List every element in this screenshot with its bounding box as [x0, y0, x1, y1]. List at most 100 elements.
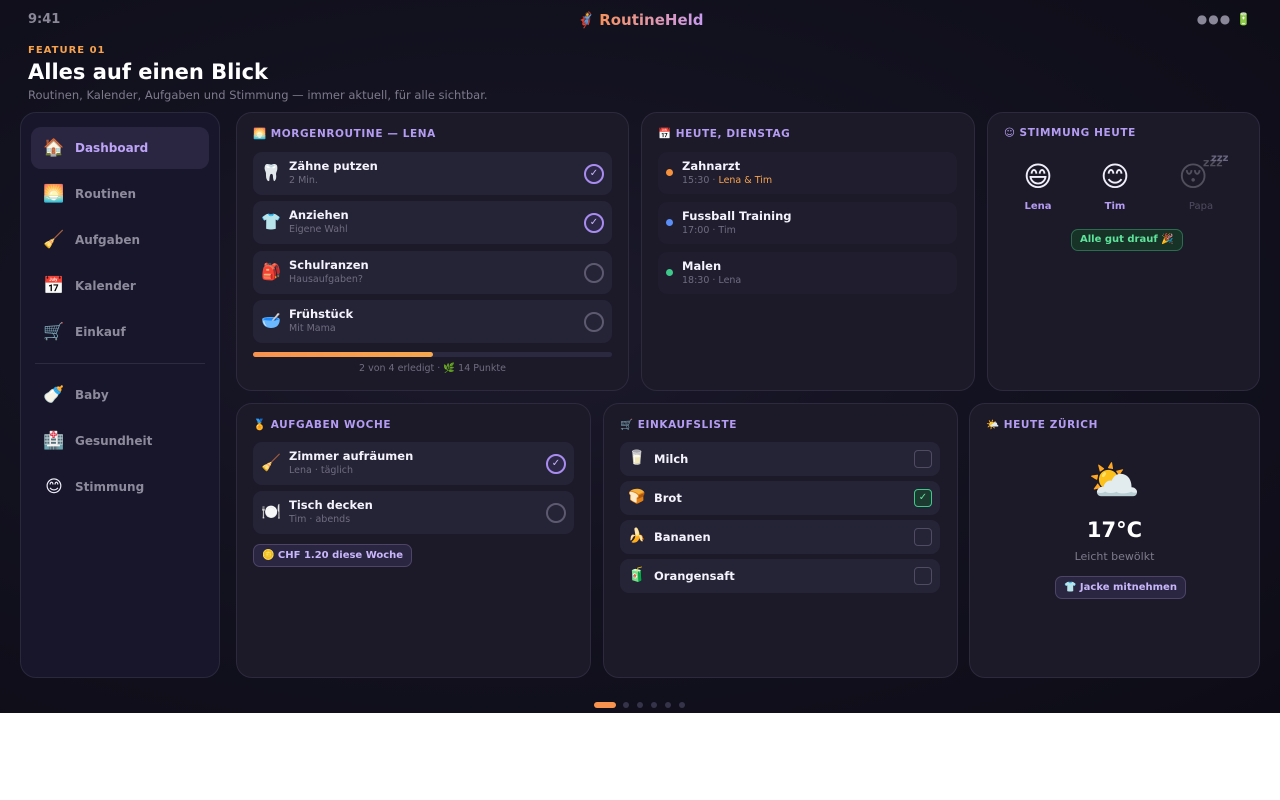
task-item-sub: Lena · täglich: [289, 465, 353, 476]
brand[interactable]: 🦸 RoutineHeld: [0, 11, 1280, 29]
calendar-event[interactable]: Zahnarzt 15:30 · Lena & Tim: [658, 152, 957, 194]
routine-item[interactable]: 🦷 Zähne putzen 2 Min. ✓: [253, 152, 612, 195]
mood-person[interactable]: 😴 zzz Papa: [1171, 153, 1231, 212]
event-time: 15:30 · Lena & Tim: [682, 175, 773, 186]
shirt-icon: 👕: [261, 212, 281, 231]
event-name: Zahnarzt: [682, 159, 741, 173]
home-icon: 🏠: [43, 138, 65, 158]
baby-bottle-icon: 🍼: [43, 385, 65, 405]
sidebar-item-label: Stimmung: [75, 480, 145, 494]
mood-person-name: Lena: [1024, 201, 1052, 212]
sidebar: 🏠 Dashboard 🌅 Routinen 🧹 Aufgaben 📅 Kale…: [20, 112, 220, 678]
page-title: Alles auf einen Blick: [28, 60, 268, 84]
app-screen: 9:41 🦸 RoutineHeld ●●● 🔋 FEATURE 01 Alles…: [0, 0, 1280, 713]
bowl-icon: 🥣: [261, 311, 281, 330]
page-dot[interactable]: [637, 702, 643, 708]
hospital-icon: 🏥: [43, 431, 65, 451]
check-icon[interactable]: ✓: [584, 164, 604, 184]
routine-item-name: Zähne putzen: [289, 159, 378, 173]
check-icon[interactable]: ✓: [546, 454, 566, 474]
checkbox[interactable]: [914, 450, 932, 468]
shopping-item[interactable]: 🥛 Milch: [620, 442, 940, 476]
checkbox[interactable]: [914, 567, 932, 585]
card-title: ☺ STIMMUNG HEUTE: [1004, 127, 1136, 139]
weather-temperature: 17°C: [1086, 518, 1143, 542]
task-item[interactable]: 🍽️ Tisch decken Tim · abends: [253, 491, 574, 534]
page-subtitle: Routinen, Kalender, Aufgaben und Stimmun…: [28, 88, 488, 102]
routine-item[interactable]: 🥣 Frühstück Mit Mama: [253, 300, 612, 343]
sidebar-item-dashboard[interactable]: 🏠 Dashboard: [31, 127, 209, 169]
signal-icon: ●●●: [1196, 12, 1232, 26]
backpack-icon: 🎒: [261, 262, 281, 281]
broom-icon: 🧹: [43, 230, 65, 250]
routine-item-sub: 2 Min.: [289, 175, 318, 186]
task-item[interactable]: 🧹 Zimmer aufräumen Lena · täglich ✓: [253, 442, 574, 485]
card-title: 🌅 MORGENROUTINE — LENA: [253, 128, 436, 140]
medal-icon: 🏅: [253, 419, 267, 431]
event-name: Fussball Training: [682, 209, 792, 223]
sidebar-item-aufgaben[interactable]: 🧹 Aufgaben: [31, 219, 209, 261]
routine-item[interactable]: 👕 Anziehen Eigene Wahl ✓: [253, 201, 612, 244]
card-title: 🏅 AUFGABEN WOCHE: [253, 419, 392, 431]
mood-person[interactable]: 😊 Tim: [1085, 159, 1145, 212]
calendar-card: 📅 HEUTE, DIENSTAG Zahnarzt 15:30 · Lena &…: [641, 112, 975, 391]
page-dot[interactable]: [651, 702, 657, 708]
status-bar: 9:41 🦸 RoutineHeld ●●● 🔋: [0, 0, 1280, 40]
sidebar-item-label: Gesundheit: [75, 434, 153, 448]
system-icons: ●●● 🔋: [1197, 12, 1252, 26]
page-dot[interactable]: [665, 702, 671, 708]
shopping-item-name: Bananen: [654, 530, 711, 544]
smile-icon: 😊: [45, 477, 63, 497]
weather-tip-chip: 👕 Jacke mitnehmen: [1055, 576, 1186, 599]
check-circle-icon[interactable]: [584, 263, 604, 283]
check-icon[interactable]: ✓: [584, 213, 604, 233]
feature-tag: FEATURE 01: [28, 45, 106, 56]
sidebar-item-einkauf[interactable]: 🛒 Einkauf: [31, 311, 209, 353]
mood-card: ☺ STIMMUNG HEUTE 😄 Lena 😊 Tim 😴 zzz Papa …: [987, 112, 1260, 391]
shopping-item-name: Brot: [654, 491, 682, 505]
calendar-icon: 📅: [658, 128, 672, 140]
weather-description: Leicht bewölkt: [1074, 550, 1155, 563]
plate-icon: 🍽️: [261, 502, 281, 521]
bread-icon: 🍞: [628, 489, 646, 505]
page-dot[interactable]: [679, 702, 685, 708]
card-title: 🌤️ HEUTE ZÜRICH: [986, 419, 1098, 431]
sidebar-item-baby[interactable]: 🍼 Baby: [31, 374, 209, 416]
shopping-item-name: Orangensaft: [654, 569, 735, 583]
check-circle-icon[interactable]: [546, 503, 566, 523]
page-dot-active[interactable]: [594, 702, 616, 708]
page-dot[interactable]: [623, 702, 629, 708]
event-time: 17:00 · Tim: [682, 225, 736, 236]
calendar-event[interactable]: Malen 18:30 · Lena: [658, 252, 957, 294]
sidebar-item-kalender[interactable]: 📅 Kalender: [31, 265, 209, 307]
task-item-name: Zimmer aufräumen: [289, 449, 414, 463]
routine-item-sub: Mit Mama: [289, 323, 336, 334]
grin-face-icon: 😄: [1023, 160, 1053, 193]
mood-person-name: Tim: [1104, 201, 1126, 212]
check-circle-icon[interactable]: [584, 312, 604, 332]
routine-card: 🌅 MORGENROUTINE — LENA 🦷 Zähne putzen 2 M…: [236, 112, 629, 391]
hero-logo-icon: 🦸: [576, 11, 596, 29]
sunrise-icon: 🌅: [43, 184, 65, 204]
sidebar-item-stimmung[interactable]: 😊 Stimmung: [31, 466, 209, 508]
shopping-item[interactable]: 🍞 Brot ✓: [620, 481, 940, 515]
routine-progress-bar: [253, 352, 612, 357]
task-item-name: Tisch decken: [289, 498, 373, 512]
shopping-item[interactable]: 🧃 Orangensaft: [620, 559, 940, 593]
calendar-event[interactable]: Fussball Training 17:00 · Tim: [658, 202, 957, 244]
checkbox-checked[interactable]: ✓: [914, 489, 932, 507]
allowance-chip: 🪙 CHF 1.20 diese Woche: [253, 544, 413, 567]
cart-icon: 🛒: [620, 419, 634, 431]
brand-name: RoutineHeld: [599, 11, 704, 29]
mood-person[interactable]: 😄 Lena: [1008, 159, 1068, 212]
routine-progress-fill: [253, 352, 433, 357]
checkbox[interactable]: [914, 528, 932, 546]
routine-item[interactable]: 🎒 Schulranzen Hausaufgaben?: [253, 251, 612, 294]
shopping-card: 🛒 EINKAUFSLISTE 🥛 Milch 🍞 Brot ✓ 🍌 Banane…: [603, 403, 958, 678]
sidebar-item-gesundheit[interactable]: 🏥 Gesundheit: [31, 420, 209, 462]
sidebar-item-label: Baby: [75, 388, 109, 402]
sidebar-item-routinen[interactable]: 🌅 Routinen: [31, 173, 209, 215]
shopping-item[interactable]: 🍌 Bananen: [620, 520, 940, 554]
mood-person-name: Papa: [1188, 201, 1214, 212]
weather-card: 🌤️ HEUTE ZÜRICH ⛅ 17°C Leicht bewölkt 👕 J…: [969, 403, 1260, 678]
